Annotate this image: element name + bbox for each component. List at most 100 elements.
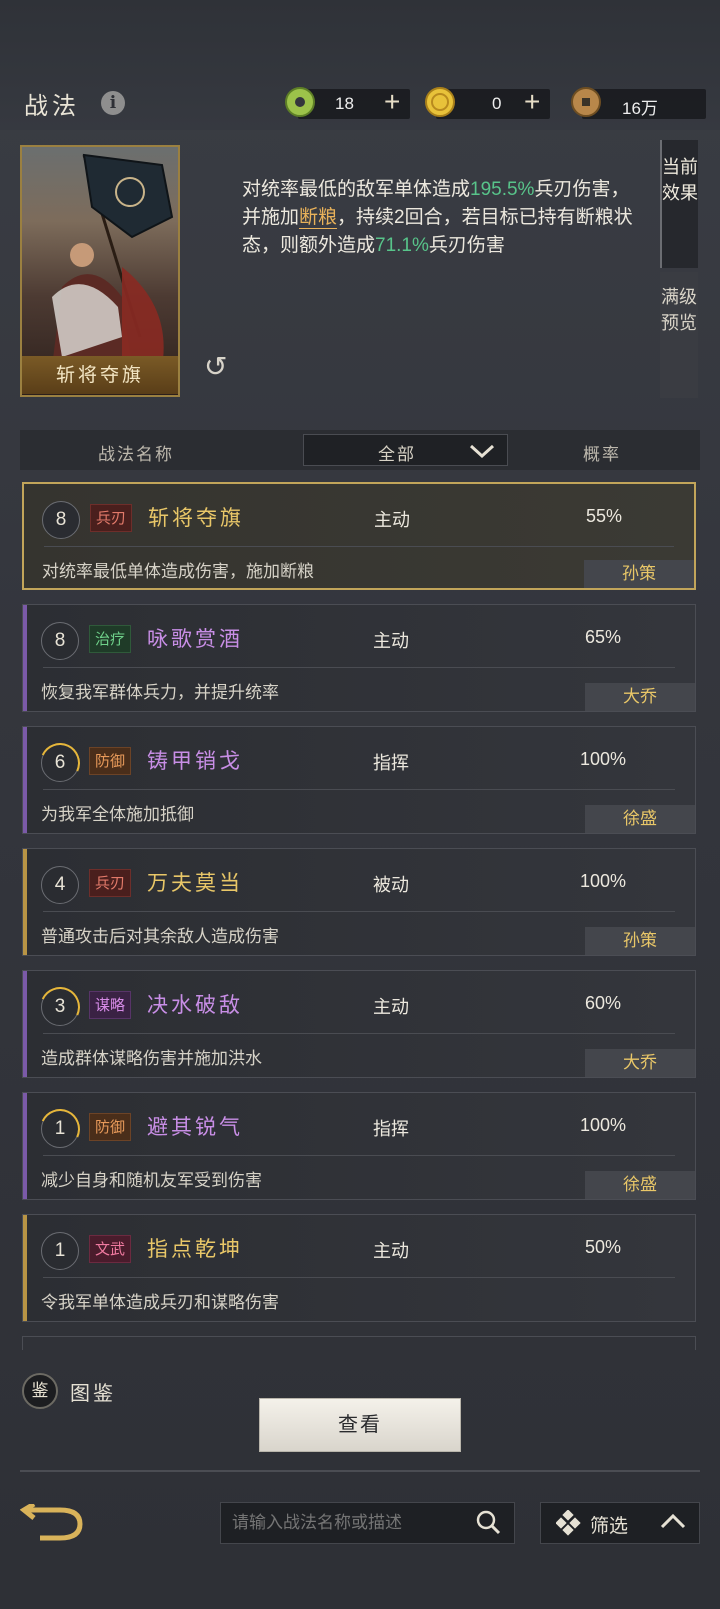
filter-label: 筛选 [590,1516,629,1537]
skill-row[interactable]: 8 治疗 咏歌赏酒 主动 65% 恢复我军群体兵力，并提升统率 大乔 [22,604,696,712]
refresh-icon[interactable]: ↺ [204,350,227,383]
rarity-stripe [23,849,27,955]
rarity-stripe [23,971,27,1077]
rarity-stripe [23,1093,27,1199]
skill-owner: 大乔 [585,1049,695,1077]
skill-type: 被动 [373,875,409,895]
skill-short-desc: 减少自身和随机友军受到伤害 [41,1171,262,1190]
row-divider [43,1033,675,1034]
skill-tag: 防御 [89,1113,132,1141]
skill-name: 斩将夺旗 [148,506,244,530]
skill-card-name: 斩将夺旗 [22,356,178,394]
info-icon[interactable]: i [101,91,125,115]
column-skill-name: 战法名称 [98,445,174,464]
row-divider [43,789,675,790]
level-progress-arc [34,1103,86,1155]
skill-probability: 55% [585,506,623,526]
skill-probability: 65% [584,627,622,647]
filter-icon [556,1510,581,1536]
skill-probability: 100% [579,1115,627,1135]
codex-icon[interactable]: 鉴 [22,1373,58,1409]
skill-tag: 兵刃 [89,869,132,897]
skill-short-desc: 为我军全体施加抵御 [41,805,194,824]
skill-row[interactable]: 1 文武 指点乾坤 主动 50% 令我军单体造成兵刃和谋略伤害 [22,1214,696,1322]
rarity-stripe [23,1215,27,1321]
skill-type: 主动 [374,510,410,530]
skill-level: 4 [41,866,79,904]
skill-short-desc: 普通攻击后对其余敌人造成伤害 [41,927,279,946]
level-progress-arc [34,737,86,789]
rarity-stripe [23,605,27,711]
skill-probability: 60% [584,993,622,1013]
search-icon[interactable] [475,1509,501,1535]
skill-row[interactable]: 4 兵刃 万夫莫当 被动 100% 普通攻击后对其余敌人造成伤害 孙策 [22,848,696,956]
rarity-stripe [23,727,27,833]
search-input[interactable] [222,1504,462,1542]
skill-tag: 文武 [89,1235,132,1263]
chevron-down-icon [469,444,495,459]
skill-short-desc: 恢复我军群体兵力，并提升统率 [41,683,279,702]
skill-owner: 大乔 [585,683,695,711]
add-gold-button[interactable]: + [524,86,540,118]
skill-type: 主动 [373,997,409,1017]
skill-probability: 50% [584,1237,622,1257]
jade-coin-icon [285,87,315,117]
skill-name: 避其锐气 [147,1115,243,1139]
divider [20,1470,700,1472]
gold-coin-icon [425,87,455,117]
skill-tag: 谋略 [89,991,132,1019]
skill-short-desc: 造成群体谋略伤害并施加洪水 [41,1049,262,1068]
skill-owner: 孙策 [585,927,695,955]
skill-probability: 100% [579,749,627,769]
skill-tag: 治疗 [89,625,132,653]
skill-type: 指挥 [373,1119,409,1139]
skill-name: 咏歌赏酒 [147,627,243,651]
skill-level: 8 [42,501,80,539]
skill-row[interactable]: 6 防御 铸甲销戈 指挥 100% 为我军全体施加抵御 徐盛 [22,726,696,834]
skill-owner: 徐盛 [585,805,695,833]
currency-jade-value: 18 [335,94,354,113]
chevron-up-icon[interactable] [660,1512,686,1530]
skill-name: 决水破敌 [147,993,243,1017]
tab-max-level-preview[interactable]: 满级预览 [660,272,698,398]
row-divider [43,911,675,912]
skill-name: 指点乾坤 [147,1237,243,1261]
row-divider [43,1155,675,1156]
skill-type: 主动 [373,1241,409,1261]
skill-short-desc: 令我军单体造成兵刃和谋略伤害 [41,1293,279,1312]
skill-level: 1 [41,1232,79,1270]
type-filter-value: 全部 [378,445,416,464]
row-divider [44,546,674,547]
skill-tag: 兵刃 [90,504,133,532]
currency-copper-value: 16万 [622,99,658,118]
skill-owner: 徐盛 [585,1171,695,1199]
skill-name: 铸甲销戈 [147,749,243,773]
view-button[interactable]: 查看 [259,1398,461,1452]
column-probability: 概率 [583,445,621,464]
skill-tag: 防御 [89,747,132,775]
back-arrow-icon[interactable] [20,1504,84,1542]
skill-probability: 100% [579,871,627,891]
skill-type: 指挥 [373,753,409,773]
desc-keyword-link[interactable]: 断粮 [299,207,338,229]
level-progress-arc [34,981,86,1033]
skill-name: 万夫莫当 [147,871,243,895]
row-divider [43,1277,675,1278]
skill-short-desc: 对统率最低单体造成伤害，施加断粮 [42,562,314,581]
add-jade-button[interactable]: + [384,86,400,118]
skill-owner: 孙策 [584,560,694,588]
desc-value-damage: 195.5% [470,179,535,200]
skill-row[interactable]: 8 兵刃 斩将夺旗 主动 55% 对统率最低单体造成伤害，施加断粮 孙策 [22,482,696,590]
tab-current-effect[interactable]: 当前效果 [660,140,698,268]
skill-row[interactable]: 1 防御 避其锐气 指挥 100% 减少自身和随机友军受到伤害 徐盛 [22,1092,696,1200]
codex-label[interactable]: 图鉴 [70,1377,116,1406]
next-row-partial [22,1336,696,1350]
desc-text: 兵刃伤害 [428,235,505,256]
copper-coin-icon [571,87,601,117]
currency-gold-value: 0 [492,94,502,113]
page-title: 战法 [24,92,80,120]
row-divider [43,667,675,668]
skill-row[interactable]: 3 谋略 决水破敌 主动 60% 造成群体谋略伤害并施加洪水 大乔 [22,970,696,1078]
desc-text: 对统率最低的敌军单体造成 [242,179,471,200]
skill-type: 主动 [373,631,409,651]
